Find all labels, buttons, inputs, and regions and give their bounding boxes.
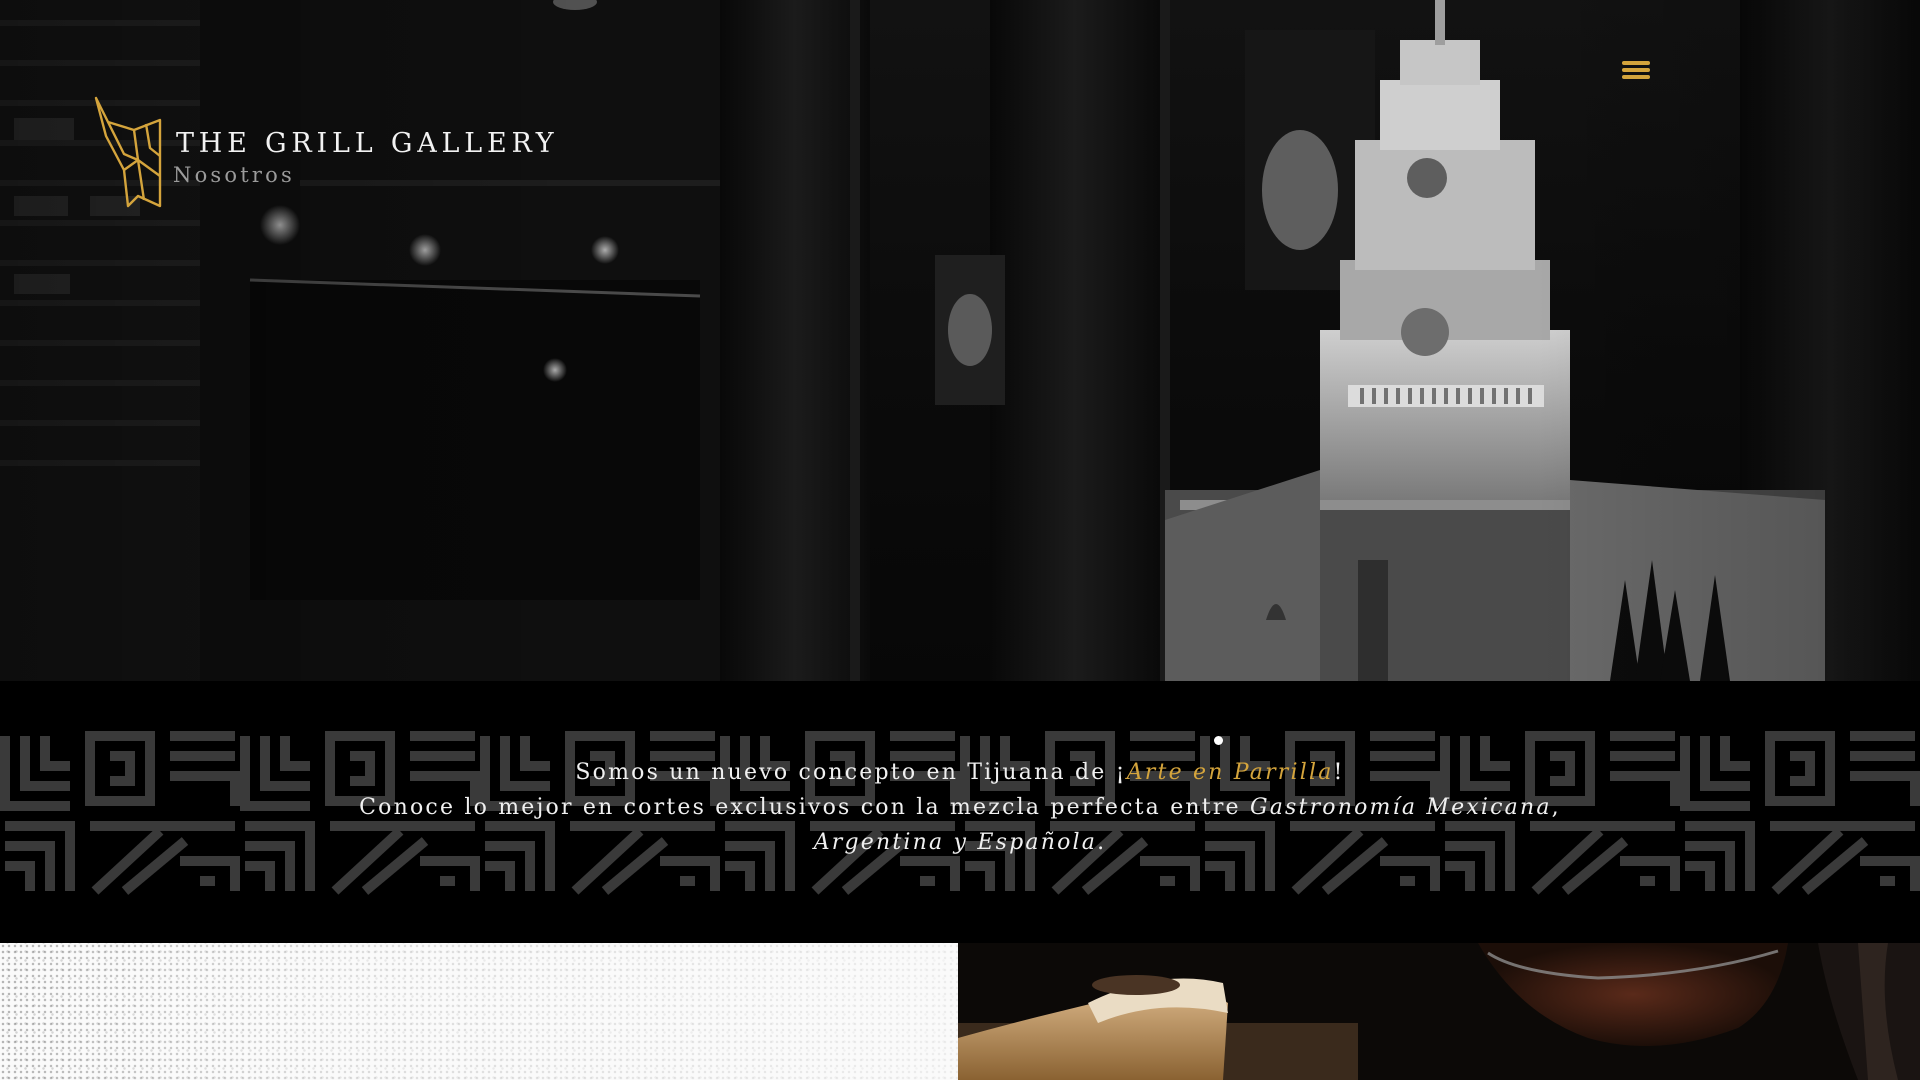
- intro-line-1-suffix: !: [1333, 760, 1345, 785]
- intro-line-3: Argentina y Española.: [0, 825, 1920, 860]
- bull-head-icon: [94, 96, 166, 208]
- page-subtitle: Nosotros: [173, 163, 295, 187]
- slider-dot[interactable]: [1214, 736, 1223, 745]
- hamburger-menu-icon: [1620, 61, 1652, 79]
- intro-line-2: Conoce lo mejor en cortes exclusivos con…: [0, 790, 1920, 825]
- brand-name: THE GRILL GALLERY: [176, 128, 559, 159]
- arte-en-parrilla-highlight: Arte en Parrilla: [1126, 760, 1334, 785]
- brand-text: THE GRILL GALLERY Nosotros: [173, 128, 559, 187]
- gastronomia-mexicana-text: Gastronomía Mexicana: [1249, 795, 1552, 820]
- food-and-wine-image: [958, 943, 1920, 1080]
- menu-button[interactable]: [1620, 56, 1652, 84]
- page: THE GRILL GALLERY Nosotros Somos un nuev…: [0, 0, 1920, 1080]
- brand-logo-link[interactable]: THE GRILL GALLERY Nosotros: [94, 96, 558, 208]
- halftone-panel: [0, 943, 958, 1080]
- hero-section: THE GRILL GALLERY Nosotros: [0, 0, 1920, 681]
- intro-line-1: Somos un nuevo concepto en Tijuana de ¡A…: [0, 755, 1920, 790]
- intro-line-3-suffix: .: [1097, 830, 1107, 855]
- food-photo-panel: [958, 943, 1920, 1080]
- argentina-espanola-text: Argentina y Española: [813, 830, 1098, 855]
- intro-line-1-prefix: Somos un nuevo concepto en Tijuana de ¡: [575, 760, 1127, 785]
- intro-text: Somos un nuevo concepto en Tijuana de ¡A…: [0, 755, 1920, 860]
- intro-section: Somos un nuevo concepto en Tijuana de ¡A…: [0, 681, 1920, 943]
- intro-line-2-suffix: ,: [1551, 795, 1561, 820]
- intro-line-2-prefix: Conoce lo mejor en cortes exclusivos con…: [359, 795, 1250, 820]
